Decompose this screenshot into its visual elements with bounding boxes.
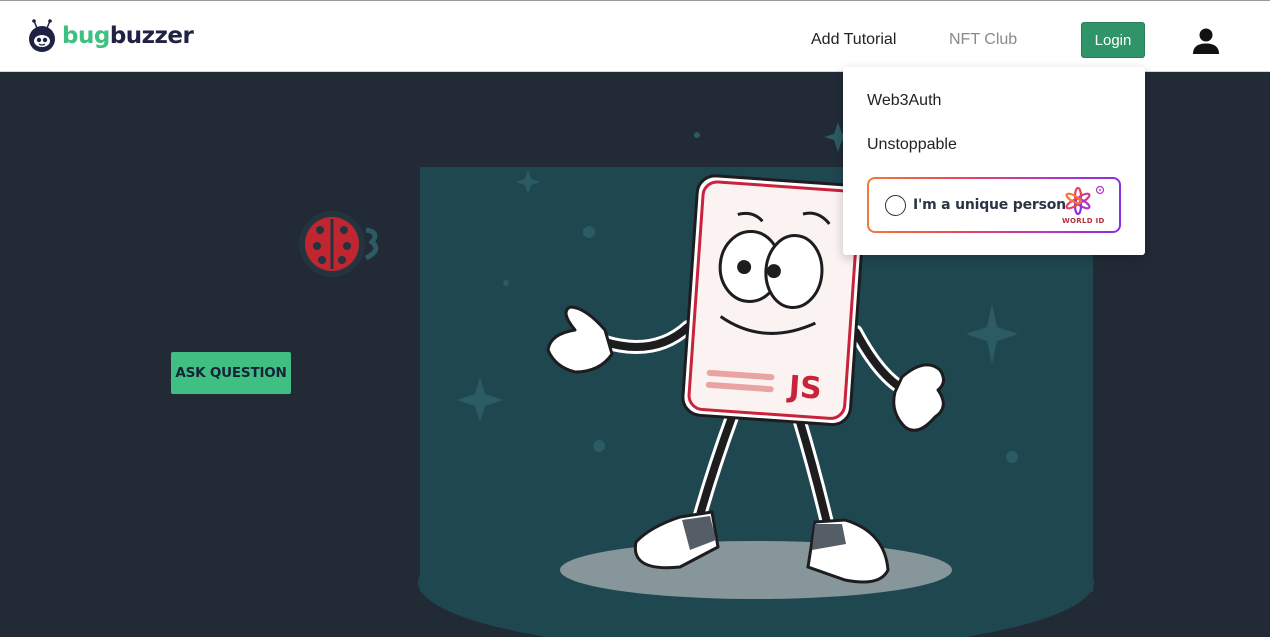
worldid-logo-text: WORLD ID — [1062, 217, 1105, 225]
character-body: JS — [681, 174, 867, 427]
nav-nft-club[interactable]: NFT Club — [949, 31, 1017, 49]
ask-question-button[interactable]: ASK QUESTION — [171, 352, 291, 394]
brand-name-bug: bug — [62, 22, 110, 49]
worldid-label: I'm a unique person — [913, 197, 1066, 213]
menu-item-unstoppable[interactable]: Unstoppable — [867, 136, 957, 154]
login-button[interactable]: Login — [1081, 22, 1145, 58]
brand-name: bugbuzzer — [62, 22, 194, 49]
menu-item-web3auth[interactable]: Web3Auth — [867, 92, 941, 110]
worldid-button[interactable]: I'm a unique person WORLD ID — [867, 177, 1121, 233]
user-icon[interactable] — [1192, 27, 1220, 55]
worldid-inner: I'm a unique person WORLD ID — [869, 179, 1119, 231]
login-dropdown-menu: Web3Auth Unstoppable I'm a unique person… — [843, 67, 1145, 255]
nav-add-tutorial[interactable]: Add Tutorial — [811, 31, 896, 49]
logo[interactable]: bugbuzzer — [28, 19, 194, 53]
worldid-radio[interactable] — [885, 195, 906, 216]
bee-mascot-icon — [29, 19, 55, 52]
spotlight-circle — [560, 541, 952, 599]
navbar: bugbuzzer Add Tutorial NFT Club Login — [0, 1, 1270, 72]
brand-name-buzzer: buzzer — [109, 22, 194, 49]
ladybug-icon — [299, 211, 379, 277]
js-badge-text: JS — [786, 369, 823, 406]
